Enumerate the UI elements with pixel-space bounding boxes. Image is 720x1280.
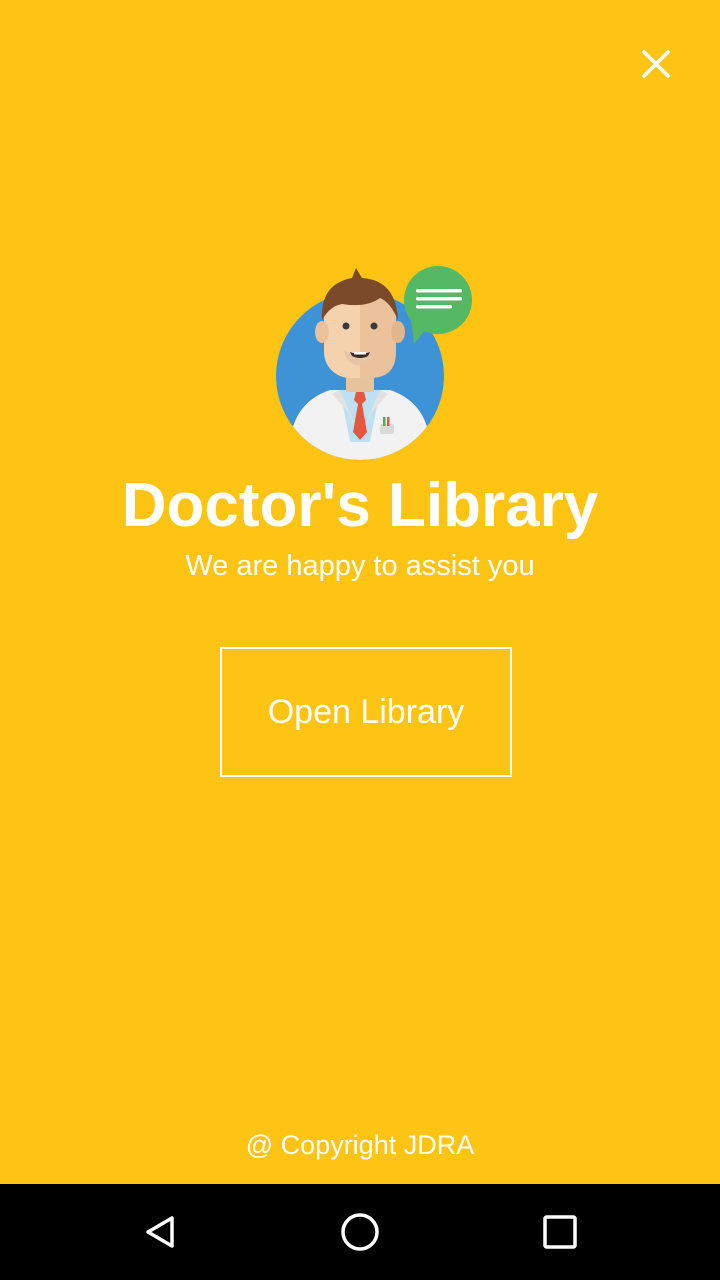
copyright-text: @ Copyright JDRA	[245, 1130, 475, 1160]
back-icon	[146, 1216, 174, 1248]
close-icon	[641, 49, 671, 79]
home-button[interactable]	[320, 1202, 400, 1262]
system-nav-bar	[0, 1184, 720, 1280]
back-button[interactable]	[120, 1202, 200, 1262]
app-screen: Doctor's Library We are happy to assist …	[0, 0, 720, 1184]
screen: Doctor's Library We are happy to assist …	[0, 0, 720, 1280]
home-icon	[341, 1213, 379, 1251]
close-button[interactable]	[630, 40, 682, 88]
chat-bubble-icon	[404, 266, 472, 344]
doctor-avatar-icon	[276, 266, 472, 460]
recents-icon	[543, 1215, 577, 1249]
app-subtitle: We are happy to assist you	[185, 550, 535, 582]
app-title: Doctor's Library	[121, 471, 599, 540]
open-library-button[interactable]: Open Library	[220, 647, 512, 777]
recents-button[interactable]	[520, 1202, 600, 1262]
doctor-avatar	[270, 262, 480, 467]
